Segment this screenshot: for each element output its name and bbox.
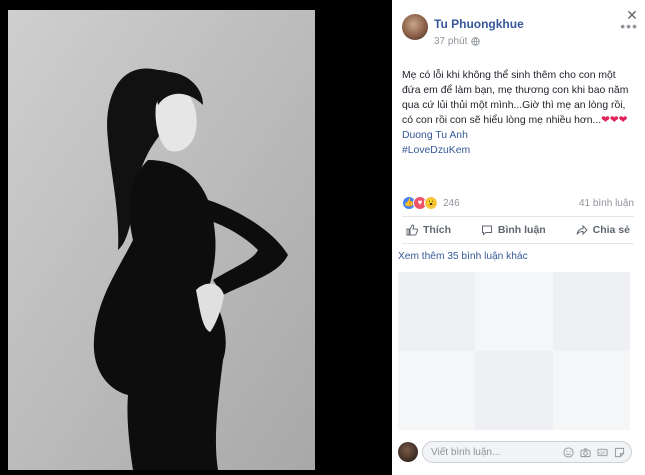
sticker-icon[interactable] [614, 447, 625, 458]
composer-icons: GIF [563, 447, 625, 458]
post-panel: ✕ Tu Phuongkhue 37 phút ••• Mẹ có lỗi kh… [392, 0, 645, 475]
post-text: Mẹ có lỗi khi không thể sinh thêm cho co… [402, 68, 634, 158]
like-label: Thích [423, 224, 451, 236]
wow-reaction-icon[interactable]: 😮 [424, 196, 438, 210]
comment-block [475, 272, 553, 351]
woman-silhouette [8, 10, 315, 470]
comment-label: Bình luận [497, 224, 546, 236]
post-photo[interactable] [8, 10, 315, 470]
comment-button[interactable]: Bình luận [477, 224, 550, 236]
comment-block [552, 351, 630, 430]
post-body: Mẹ có lỗi khi không thể sinh thêm cho co… [402, 70, 629, 126]
post-time[interactable]: 37 phút [434, 36, 467, 47]
comment-placeholder: Viết bình luận... [431, 446, 501, 458]
view-more-comments-link[interactable]: Xem thêm 35 bình luận khác [398, 251, 528, 262]
comment-input[interactable]: Viết bình luận... GIF [422, 441, 632, 463]
reaction-count[interactable]: 246 [443, 198, 460, 209]
share-label: Chia sẻ [592, 224, 630, 236]
comment-block [398, 272, 476, 351]
share-button[interactable]: Chia sẻ [572, 224, 634, 236]
post-header: Tu Phuongkhue 37 phút ••• [402, 14, 637, 54]
thumbs-up-icon [406, 224, 418, 236]
comment-icon [481, 225, 492, 236]
share-icon [576, 224, 588, 236]
hashtag-link[interactable]: #LoveDzuKem [402, 145, 470, 156]
svg-text:GIF: GIF [599, 450, 606, 455]
hearts-emoji: ❤❤❤ [601, 115, 628, 126]
reactions-bar: 👍 ♥ 😮 246 41 bình luận [402, 196, 634, 210]
comment-block [475, 351, 553, 430]
more-options-icon[interactable]: ••• [620, 18, 638, 34]
comment-count[interactable]: 41 bình luận [579, 198, 634, 209]
avatar[interactable] [402, 14, 428, 40]
comment-composer: Viết bình luận... GIF [398, 440, 638, 466]
like-button[interactable]: Thích [402, 224, 455, 236]
comment-block [398, 351, 476, 430]
comment-block [552, 272, 630, 351]
camera-icon[interactable] [580, 447, 591, 458]
comments-list [398, 272, 630, 430]
action-bar: Thích Bình luận Chia sẻ [402, 216, 634, 244]
globe-icon [471, 37, 481, 46]
mention-link[interactable]: Duong Tu Anh [402, 130, 468, 141]
current-user-avatar [398, 442, 418, 462]
author-name[interactable]: Tu Phuongkhue [434, 17, 524, 31]
post-meta: 37 phút [434, 36, 481, 47]
gif-icon[interactable]: GIF [597, 447, 608, 458]
emoji-icon[interactable] [563, 447, 574, 458]
photo-viewer [0, 0, 392, 475]
